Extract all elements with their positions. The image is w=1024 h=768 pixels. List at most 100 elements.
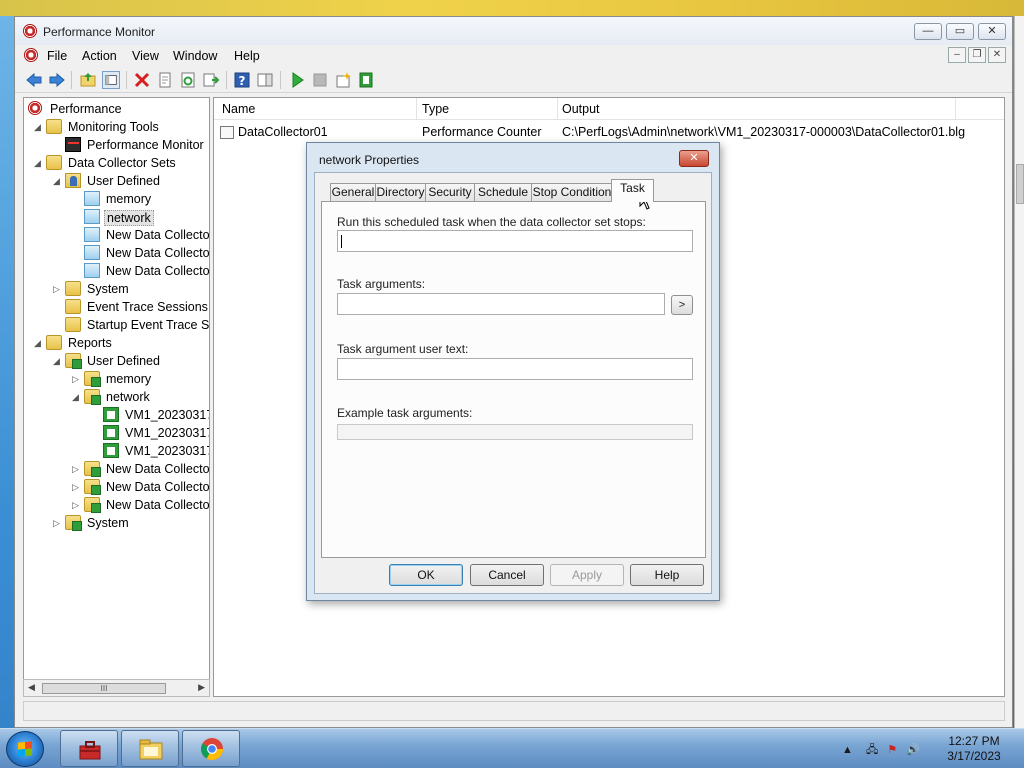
mdi-close-button[interactable]: ✕ <box>988 47 1006 63</box>
expand-arrow-icon[interactable]: ▷ <box>72 375 80 384</box>
start-button[interactable] <box>6 731 44 767</box>
menu-file[interactable]: File <box>47 49 67 63</box>
tab-task[interactable]: Task <box>611 179 654 202</box>
maximize-button[interactable]: ▭ <box>946 23 974 40</box>
ok-button[interactable]: OK <box>389 564 463 586</box>
action-center-icon[interactable]: ⚑ <box>887 744 897 756</box>
up-folder-icon[interactable] <box>79 71 97 89</box>
tab-security[interactable]: Security <box>425 183 475 201</box>
menu-window[interactable]: Window <box>173 49 217 63</box>
tree-item-label: New Data Collector <box>106 264 210 278</box>
tree-item-label: System <box>87 282 129 296</box>
tab-schedule[interactable]: Schedule <box>474 183 532 201</box>
background-window-scrollbar <box>1014 16 1024 728</box>
volume-icon[interactable]: 🔊 <box>906 744 920 756</box>
tree-horizontal-scrollbar[interactable]: ◀ III ▶ <box>23 679 210 697</box>
mdi-system-icon[interactable] <box>24 48 38 62</box>
clock[interactable]: 12:27 PM 3/17/2023 <box>938 734 1010 764</box>
show-hidden-icons-icon[interactable]: ▲ <box>842 744 853 756</box>
tab-directory[interactable]: Directory <box>375 183 426 201</box>
data-collector-set-icon <box>84 209 100 224</box>
window-title: Performance Monitor <box>43 25 156 39</box>
help-button[interactable]: Help <box>630 564 704 586</box>
console-tree[interactable]: Performance ◢ Monitoring Tools Performance … <box>23 97 210 697</box>
user-folder-icon <box>65 173 81 188</box>
network-icon[interactable]: 🖧 <box>866 744 878 756</box>
mdi-minimize-button[interactable]: – <box>948 47 966 63</box>
dialog-close-button[interactable]: ✕ <box>679 150 709 167</box>
refresh-icon[interactable] <box>179 71 197 89</box>
expand-arrow-icon <box>91 411 99 419</box>
expand-arrow-icon <box>53 321 61 329</box>
help-icon[interactable]: ? <box>233 71 251 89</box>
row-type: Performance Counter <box>422 125 542 139</box>
expand-arrow-icon[interactable]: ▷ <box>53 519 61 528</box>
menu-view[interactable]: View <box>132 49 159 63</box>
tree-item-label: Event Trace Sessions <box>87 300 208 314</box>
expand-arrow-icon[interactable]: ▷ <box>72 465 80 474</box>
data-collector-set-icon <box>84 263 100 278</box>
collapse-arrow-icon[interactable]: ◢ <box>34 159 42 168</box>
tree-item-label: New Data Collector <box>106 462 210 476</box>
column-type[interactable]: Type <box>422 102 449 116</box>
properties-dialog: network Properties ✕ General Directory S… <box>306 142 720 601</box>
show-hide-console-tree-icon[interactable] <box>102 71 120 89</box>
tab-general[interactable]: General <box>330 183 376 201</box>
task-arguments-input[interactable] <box>337 293 665 315</box>
action-pane-icon[interactable] <box>256 71 274 89</box>
dialog-body: General Directory Security Schedule Stop… <box>314 172 712 594</box>
column-output[interactable]: Output <box>562 102 600 116</box>
apply-button[interactable]: Apply <box>550 564 624 586</box>
delete-icon[interactable] <box>133 71 151 89</box>
start-icon[interactable] <box>288 71 306 89</box>
export-list-icon[interactable] <box>202 71 220 89</box>
task-arguments-insert-button[interactable]: > <box>671 295 693 315</box>
tree-item-label: New Data Collector <box>106 228 210 242</box>
collapse-arrow-icon[interactable]: ◢ <box>53 177 61 186</box>
toolbox-icon <box>79 741 101 760</box>
close-button[interactable]: ✕ <box>978 23 1006 40</box>
status-bar <box>23 701 1005 721</box>
collapse-arrow-icon[interactable]: ◢ <box>34 339 42 348</box>
properties-icon[interactable] <box>156 71 174 89</box>
expand-arrow-icon <box>72 213 80 221</box>
taskbar-app-chrome[interactable] <box>182 730 240 767</box>
cancel-button[interactable]: Cancel <box>470 564 544 586</box>
column-name[interactable]: Name <box>222 102 255 116</box>
stop-icon[interactable] <box>311 71 329 89</box>
new-item-icon[interactable] <box>334 71 352 89</box>
run-task-input[interactable] <box>337 230 693 252</box>
expand-arrow-icon[interactable]: ▷ <box>72 483 80 492</box>
scroll-right-arrow[interactable]: ▶ <box>198 682 205 693</box>
forward-icon[interactable] <box>48 71 66 89</box>
explorer-icon <box>139 739 163 760</box>
latest-report-icon[interactable] <box>357 71 375 89</box>
taskbar-app-explorer[interactable] <box>121 730 179 767</box>
expand-arrow-icon <box>53 141 61 149</box>
table-row[interactable]: DataCollector01 Performance Counter C:\P… <box>214 124 1004 142</box>
folder-icon <box>65 299 81 314</box>
row-name: DataCollector01 <box>238 125 328 139</box>
tab-stop-condition[interactable]: Stop Condition <box>531 183 613 201</box>
title-bar[interactable]: Performance Monitor — ▭ ✕ <box>15 17 1012 45</box>
task-tab-panel: Run this scheduled task when the data co… <box>321 201 706 558</box>
menu-action[interactable]: Action <box>82 49 117 63</box>
scroll-thumb[interactable]: III <box>42 683 166 694</box>
back-icon[interactable] <box>25 71 43 89</box>
tree-item-label: Performance Monitor <box>87 138 204 152</box>
minimize-button[interactable]: — <box>914 23 942 40</box>
system-tray: ▲ 🖧 ⚑ 🔊 <box>842 741 920 760</box>
expand-arrow-icon <box>72 249 80 257</box>
collapse-arrow-icon[interactable]: ◢ <box>72 393 80 402</box>
collapse-arrow-icon[interactable]: ◢ <box>34 123 42 132</box>
report-folder-icon <box>84 497 101 513</box>
expand-arrow-icon[interactable]: ▷ <box>72 501 80 510</box>
scroll-left-arrow[interactable]: ◀ <box>28 682 35 693</box>
menu-help[interactable]: Help <box>234 49 260 63</box>
collapse-arrow-icon[interactable]: ◢ <box>53 357 61 366</box>
report-folder-icon <box>84 461 101 477</box>
taskbar-app-toolbox[interactable] <box>60 730 118 767</box>
mdi-restore-button[interactable]: ❐ <box>968 47 986 63</box>
expand-arrow-icon[interactable]: ▷ <box>53 285 61 294</box>
user-text-input[interactable] <box>337 358 693 380</box>
